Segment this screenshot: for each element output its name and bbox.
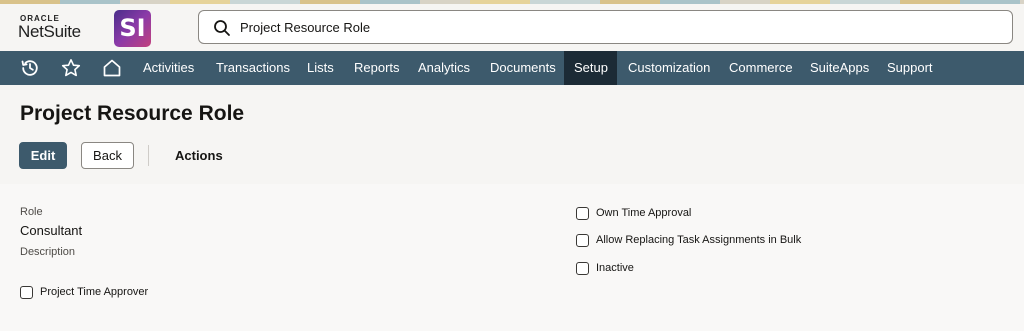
toolbar-divider xyxy=(148,145,149,166)
page-title: Project Resource Role xyxy=(20,102,245,125)
project-time-approver-label: Project Time Approver xyxy=(40,286,149,298)
nav-item-reports[interactable]: Reports xyxy=(344,51,410,85)
star-icon[interactable] xyxy=(61,58,81,78)
project-time-approver-checkbox[interactable] xyxy=(20,286,33,299)
global-search-input[interactable]: Project Resource Role xyxy=(198,10,1013,44)
si-badge-logo[interactable]: SI xyxy=(114,10,151,47)
history-icon[interactable] xyxy=(20,58,40,78)
allow-replacing-task-assignments-checkbox[interactable] xyxy=(576,234,589,247)
netsuite-logo[interactable]: NetSuite xyxy=(18,22,81,42)
inactive-checkbox[interactable] xyxy=(576,262,589,275)
nav-item-customization[interactable]: Customization xyxy=(618,51,720,85)
actions-menu[interactable]: Actions xyxy=(175,148,223,163)
nav-item-support[interactable]: Support xyxy=(877,51,943,85)
nav-item-analytics[interactable]: Analytics xyxy=(408,51,480,85)
nav-item-activities[interactable]: Activities xyxy=(133,51,204,85)
role-label: Role xyxy=(20,206,43,218)
own-time-approval-label: Own Time Approval xyxy=(596,207,692,219)
nav-item-commerce[interactable]: Commerce xyxy=(719,51,803,85)
own-time-approval-checkbox[interactable] xyxy=(576,207,589,220)
allow-replacing-task-assignments-label: Allow Replacing Task Assignments in Bulk xyxy=(596,234,802,246)
nav-item-transactions[interactable]: Transactions xyxy=(206,51,300,85)
record-form: Role Consultant Description Project Time… xyxy=(0,184,1024,331)
nav-item-lists[interactable]: Lists xyxy=(297,51,344,85)
main-navbar: Activities Transactions Lists Reports An… xyxy=(0,51,1024,85)
inactive-label: Inactive xyxy=(596,262,634,274)
back-button[interactable]: Back xyxy=(81,142,134,169)
search-icon xyxy=(214,20,230,36)
description-label: Description xyxy=(20,246,76,258)
home-icon[interactable] xyxy=(102,58,122,78)
nav-item-suiteapps[interactable]: SuiteApps xyxy=(800,51,879,85)
search-value: Project Resource Role xyxy=(240,20,371,35)
nav-item-setup[interactable]: Setup xyxy=(564,51,617,85)
role-value: Consultant xyxy=(20,223,83,238)
nav-item-documents[interactable]: Documents xyxy=(480,51,566,85)
header: ORACLE NetSuite SI Project Resource Role xyxy=(0,4,1024,51)
edit-button[interactable]: Edit xyxy=(19,142,67,169)
